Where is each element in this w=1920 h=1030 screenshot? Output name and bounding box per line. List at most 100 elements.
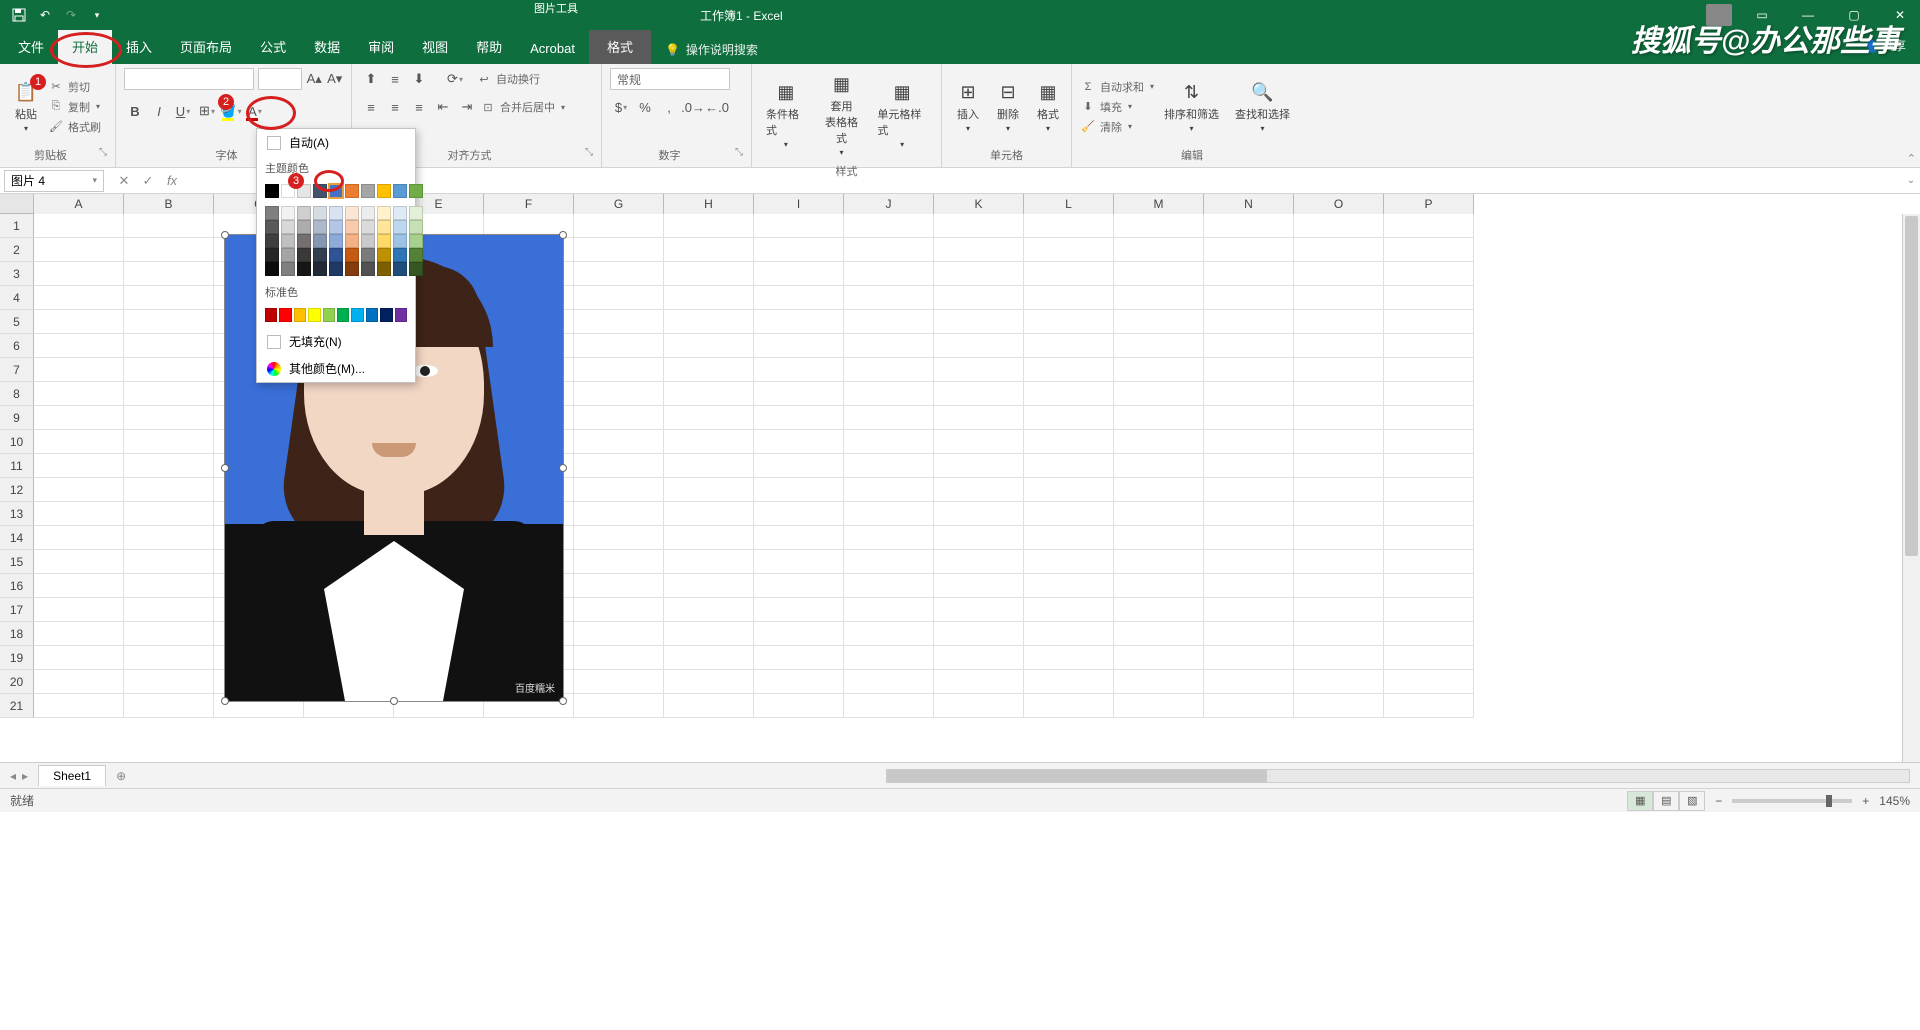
tab-insert[interactable]: 插入 [112, 29, 166, 64]
col-header-K[interactable]: K [934, 194, 1024, 214]
wrap-text-button[interactable]: ↩自动换行 [476, 68, 540, 90]
row-header-13[interactable]: 13 [0, 502, 34, 526]
no-fill-item[interactable]: 无填充(N) [257, 328, 415, 355]
tint-swatch[interactable] [393, 206, 407, 220]
sheet-nav[interactable]: ◂▸ [0, 769, 38, 783]
align-right-button[interactable]: ≡ [408, 96, 430, 118]
number-format-combo[interactable] [610, 68, 730, 90]
resize-handle-tl[interactable] [221, 231, 229, 239]
font-color-button[interactable]: A [244, 100, 266, 122]
vscroll-thumb[interactable] [1905, 216, 1918, 556]
orientation-button[interactable]: ⟳ [444, 68, 466, 90]
ribbon-display-icon[interactable]: ▭ [1742, 0, 1782, 30]
accounting-format-button[interactable]: $ [610, 96, 632, 118]
find-select-button[interactable]: 🔍查找和选择▾ [1229, 76, 1296, 137]
zoom-slider[interactable] [1732, 799, 1852, 803]
row-header-17[interactable]: 17 [0, 598, 34, 622]
align-bottom-button[interactable]: ⬇ [408, 68, 430, 90]
tint-swatch[interactable] [313, 262, 327, 276]
border-button[interactable]: ⊞ [196, 100, 218, 122]
align-left-button[interactable]: ≡ [360, 96, 382, 118]
tint-swatch[interactable] [393, 248, 407, 262]
tint-swatch[interactable] [361, 234, 375, 248]
tint-swatch[interactable] [329, 262, 343, 276]
account-avatar[interactable] [1706, 4, 1732, 26]
tint-swatch[interactable] [361, 262, 375, 276]
cancel-formula-icon[interactable]: ✕ [114, 173, 134, 189]
hscroll-thumb[interactable] [887, 770, 1267, 782]
row-header-11[interactable]: 11 [0, 454, 34, 478]
italic-button[interactable]: I [148, 100, 170, 122]
col-header-P[interactable]: P [1384, 194, 1474, 214]
row-header-4[interactable]: 4 [0, 286, 34, 310]
decrease-font-button[interactable]: A▾ [327, 68, 344, 90]
standard-swatch[interactable] [395, 308, 407, 322]
tab-data[interactable]: 数据 [300, 29, 354, 64]
tint-swatch[interactable] [313, 220, 327, 234]
decrease-decimal-button[interactable]: ←.0 [706, 96, 728, 118]
cell-styles-button[interactable]: ▦单元格样式▾ [871, 76, 933, 153]
format-painter-button[interactable]: 🖌格式刷 [48, 118, 101, 136]
tint-swatch[interactable] [297, 248, 311, 262]
standard-swatch[interactable] [323, 308, 335, 322]
clear-button[interactable]: 🧹清除▾ [1080, 118, 1154, 136]
tint-swatch[interactable] [297, 262, 311, 276]
row-header-19[interactable]: 19 [0, 646, 34, 670]
enter-formula-icon[interactable]: ✓ [138, 173, 158, 189]
resize-handle-r[interactable] [559, 464, 567, 472]
tint-swatch[interactable] [265, 206, 279, 220]
tint-swatch[interactable] [409, 206, 423, 220]
redo-icon[interactable]: ↷ [62, 6, 80, 24]
tint-swatch[interactable] [281, 206, 295, 220]
row-header-12[interactable]: 12 [0, 478, 34, 502]
col-header-I[interactable]: I [754, 194, 844, 214]
row-header-21[interactable]: 21 [0, 694, 34, 718]
col-header-J[interactable]: J [844, 194, 934, 214]
merge-button[interactable]: ⊡合并后居中▾ [480, 96, 565, 118]
percent-button[interactable]: % [634, 96, 656, 118]
theme-swatch[interactable] [329, 184, 343, 198]
undo-icon[interactable]: ↶ [36, 6, 54, 24]
conditional-format-button[interactable]: ▦条件格式▾ [760, 76, 812, 153]
zoom-out-button[interactable]: − [1715, 794, 1722, 808]
row-header-6[interactable]: 6 [0, 334, 34, 358]
save-icon[interactable] [10, 6, 28, 24]
tint-swatch[interactable] [297, 220, 311, 234]
zoom-level[interactable]: 145% [1879, 794, 1910, 808]
underline-button[interactable]: U [172, 100, 194, 122]
tint-swatch[interactable] [361, 206, 375, 220]
tab-file[interactable]: 文件 [4, 29, 58, 64]
tint-swatch[interactable] [377, 206, 391, 220]
table-format-button[interactable]: ▦套用 表格格式▾ [816, 68, 868, 161]
tab-formulas[interactable]: 公式 [246, 29, 300, 64]
expand-formula-bar-icon[interactable]: ⌄ [1902, 175, 1920, 186]
autosum-button[interactable]: Σ自动求和▾ [1080, 78, 1154, 96]
tint-swatch[interactable] [265, 262, 279, 276]
tint-swatch[interactable] [265, 234, 279, 248]
tint-swatch[interactable] [297, 234, 311, 248]
maximize-icon[interactable]: ▢ [1834, 0, 1874, 30]
vertical-scrollbar[interactable] [1902, 214, 1920, 762]
comma-button[interactable]: , [658, 96, 680, 118]
row-header-1[interactable]: 1 [0, 214, 34, 238]
col-header-O[interactable]: O [1294, 194, 1384, 214]
tint-swatch[interactable] [313, 206, 327, 220]
tell-me-search[interactable]: 💡 操作说明搜索 [651, 41, 772, 58]
resize-handle-b[interactable] [390, 697, 398, 705]
standard-swatch[interactable] [366, 308, 378, 322]
col-header-H[interactable]: H [664, 194, 754, 214]
auto-color-item[interactable]: 自动(A) [257, 129, 415, 156]
tab-review[interactable]: 审阅 [354, 29, 408, 64]
row-header-18[interactable]: 18 [0, 622, 34, 646]
col-header-G[interactable]: G [574, 194, 664, 214]
theme-swatch[interactable] [377, 184, 391, 198]
font-name-combo[interactable] [124, 68, 254, 90]
tint-swatch[interactable] [297, 206, 311, 220]
row-header-15[interactable]: 15 [0, 550, 34, 574]
formula-input[interactable] [188, 170, 1902, 192]
standard-swatch[interactable] [294, 308, 306, 322]
tint-swatch[interactable] [281, 248, 295, 262]
tint-swatch[interactable] [281, 220, 295, 234]
theme-swatch[interactable] [313, 184, 327, 198]
tint-swatch[interactable] [329, 248, 343, 262]
